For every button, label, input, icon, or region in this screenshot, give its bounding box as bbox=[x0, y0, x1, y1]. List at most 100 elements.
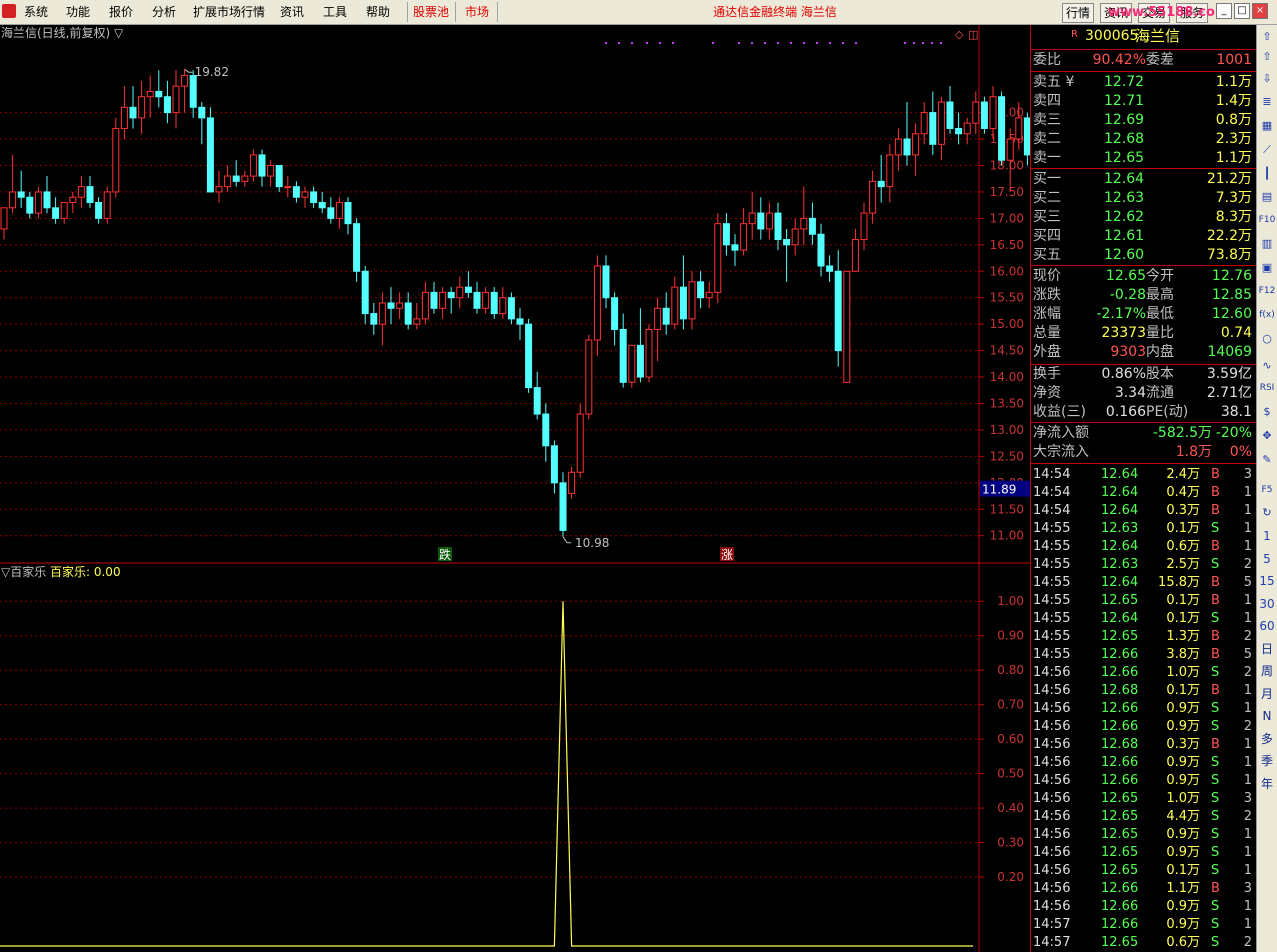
f12-icon[interactable]: F12 bbox=[1258, 282, 1276, 300]
candle-body[interactable] bbox=[611, 297, 619, 330]
candle-body[interactable] bbox=[757, 212, 765, 230]
candle-body[interactable] bbox=[232, 175, 240, 182]
candle-body[interactable] bbox=[241, 175, 249, 182]
menu-quote[interactable]: 报价 bbox=[109, 4, 133, 20]
candle-body[interactable] bbox=[568, 471, 576, 494]
buy-level-2[interactable]: 买二 12.63 7.3万 bbox=[1031, 189, 1256, 208]
menu-tools[interactable]: 工具 bbox=[323, 4, 347, 20]
candle-body[interactable] bbox=[705, 291, 713, 299]
candle-body[interactable] bbox=[52, 207, 60, 219]
menu-extended-market[interactable]: 扩展市场行情 bbox=[193, 4, 265, 20]
candle-body[interactable] bbox=[26, 196, 34, 214]
candle-body[interactable] bbox=[499, 297, 507, 315]
candle-body[interactable] bbox=[396, 302, 404, 309]
kline-chart-svg[interactable]: 19.0018.5018.0017.5017.0016.5016.0015.50… bbox=[0, 25, 1030, 952]
period-9-button[interactable]: 多 bbox=[1258, 730, 1276, 748]
candle-body[interactable] bbox=[808, 217, 816, 235]
f5-icon[interactable]: F5 bbox=[1258, 481, 1276, 499]
sell-level-4[interactable]: 卖四 12.71 1.4万 bbox=[1031, 92, 1256, 111]
menu-stock-pool[interactable]: 股票池 bbox=[413, 4, 449, 20]
candle-body[interactable] bbox=[430, 291, 438, 309]
sell-level-5[interactable]: 卖五 ¥ 12.72 1.1万 bbox=[1031, 73, 1256, 92]
candle-body[interactable] bbox=[826, 265, 834, 272]
candle-body[interactable] bbox=[447, 291, 455, 299]
candle-body[interactable] bbox=[869, 180, 877, 214]
candle-body[interactable] bbox=[456, 286, 464, 299]
candle-body[interactable] bbox=[877, 180, 885, 188]
candle-body[interactable] bbox=[972, 101, 980, 124]
tab-quote-button[interactable]: 行情 bbox=[1062, 3, 1095, 23]
candle-body[interactable] bbox=[722, 223, 730, 246]
candle-body[interactable] bbox=[980, 101, 988, 129]
candle-body[interactable] bbox=[697, 281, 705, 299]
sell-level-2[interactable]: 卖二 12.68 2.3万 bbox=[1031, 130, 1256, 149]
candle-body[interactable] bbox=[593, 265, 601, 341]
candle-body[interactable] bbox=[439, 291, 447, 309]
candle-body[interactable] bbox=[473, 291, 481, 309]
candle-body[interactable] bbox=[95, 202, 103, 219]
candle-body[interactable] bbox=[215, 186, 223, 193]
candle-body[interactable] bbox=[516, 318, 524, 325]
candle-body[interactable] bbox=[258, 154, 266, 177]
candle-body[interactable] bbox=[912, 133, 920, 156]
buy-level-1[interactable]: 买一 12.64 21.2万 bbox=[1031, 170, 1256, 189]
candle-body[interactable] bbox=[370, 313, 378, 325]
candle-body[interactable] bbox=[344, 202, 352, 225]
candle-body[interactable] bbox=[791, 228, 799, 246]
candle-body[interactable] bbox=[146, 90, 154, 98]
window-layout-icon[interactable]: ◫ bbox=[968, 28, 978, 42]
indicator-title[interactable]: ▽百家乐 bbox=[1, 565, 46, 579]
buy-level-5[interactable]: 买五 12.60 73.8万 bbox=[1031, 246, 1256, 265]
menu-system[interactable]: 系统 bbox=[24, 4, 48, 20]
candle-body[interactable] bbox=[198, 106, 206, 119]
buy-level-4[interactable]: 买四 12.61 22.2万 bbox=[1031, 227, 1256, 246]
candle-body[interactable] bbox=[989, 96, 997, 129]
rsi-icon[interactable]: RSI bbox=[1258, 379, 1276, 397]
period-3-button[interactable]: 30 bbox=[1258, 595, 1276, 613]
close-icon[interactable]: × bbox=[1252, 3, 1268, 19]
candle-body[interactable] bbox=[1006, 138, 1014, 161]
panel-icon[interactable]: ▥ bbox=[1258, 235, 1276, 253]
sell-level-3[interactable]: 卖三 12.69 0.8万 bbox=[1031, 111, 1256, 130]
kline-chart-area[interactable]: 19.0018.5018.0017.5017.0016.5016.0015.50… bbox=[0, 25, 1030, 952]
candle-body[interactable] bbox=[783, 239, 791, 246]
candle-body[interactable] bbox=[421, 291, 429, 320]
candle-body[interactable] bbox=[740, 223, 748, 251]
candle-body[interactable] bbox=[550, 445, 558, 484]
candle-body[interactable] bbox=[120, 106, 128, 129]
candle-body[interactable] bbox=[112, 127, 120, 193]
candle-body[interactable] bbox=[353, 223, 361, 272]
candle-body[interactable] bbox=[963, 122, 971, 135]
candle-body[interactable] bbox=[292, 186, 300, 198]
period-4-button[interactable]: 60 bbox=[1258, 617, 1276, 635]
up-arrow-2-icon[interactable]: ⇧ bbox=[1258, 48, 1276, 66]
candle-body[interactable] bbox=[387, 302, 395, 309]
candle-body[interactable] bbox=[275, 164, 283, 188]
candle-body[interactable] bbox=[654, 307, 662, 330]
candle-body[interactable] bbox=[34, 191, 42, 214]
kline-icon[interactable]: ┃ bbox=[1258, 165, 1276, 183]
period-0-button[interactable]: 1 bbox=[1258, 527, 1276, 545]
candle-body[interactable] bbox=[413, 318, 421, 325]
menu-news[interactable]: 资讯 bbox=[280, 4, 304, 20]
period-2-button[interactable]: 15 bbox=[1258, 572, 1276, 590]
candle-body[interactable] bbox=[585, 339, 593, 415]
candle-body[interactable] bbox=[894, 138, 902, 156]
candle-body[interactable] bbox=[903, 138, 911, 156]
period-7-button[interactable]: 月 bbox=[1258, 685, 1276, 703]
candle-body[interactable] bbox=[998, 96, 1006, 161]
candle-body[interactable] bbox=[576, 413, 584, 473]
candle-body[interactable] bbox=[688, 281, 696, 320]
up-arrow-icon[interactable]: ⇧ bbox=[1258, 28, 1276, 46]
candle-body[interactable] bbox=[525, 323, 533, 389]
candle-body[interactable] bbox=[189, 75, 197, 108]
candle-body[interactable] bbox=[378, 302, 386, 325]
candle-body[interactable] bbox=[834, 270, 842, 352]
calendar-icon[interactable]: ▣ bbox=[1258, 259, 1276, 277]
maximize-icon[interactable]: □ bbox=[1234, 3, 1250, 19]
candle-body[interactable] bbox=[60, 202, 68, 219]
candle-body[interactable] bbox=[0, 207, 8, 230]
buy-level-3[interactable]: 买三 12.62 8.3万 bbox=[1031, 208, 1256, 227]
candle-body[interactable] bbox=[843, 270, 851, 383]
period-5-button[interactable]: 日 bbox=[1258, 640, 1276, 658]
